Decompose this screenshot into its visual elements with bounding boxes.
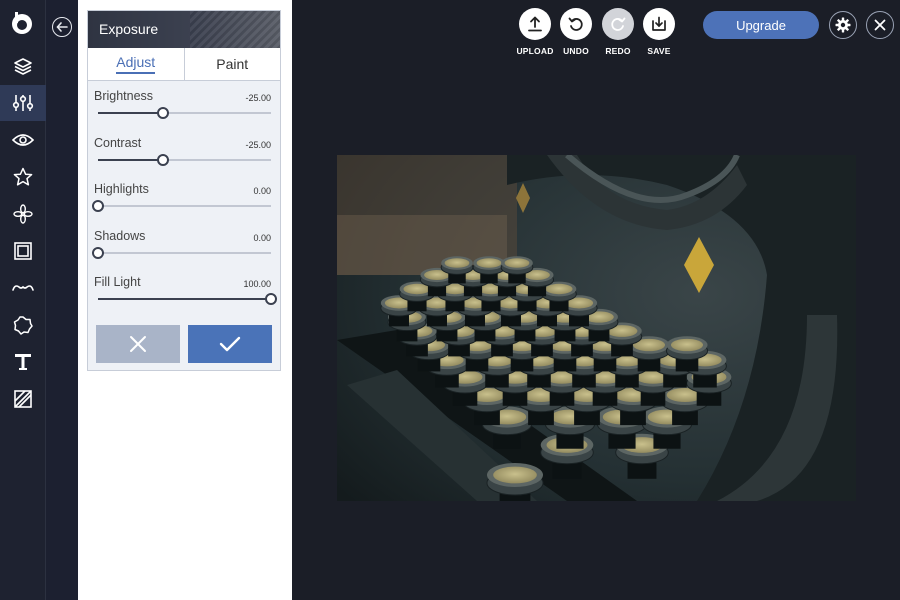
side-panel: Exposure Adjust Paint Brightness -25.00 Co… [78, 0, 292, 600]
slider-track[interactable] [98, 293, 277, 305]
apply-button[interactable] [188, 325, 272, 363]
redo-icon [602, 8, 634, 40]
star-icon[interactable] [0, 159, 46, 195]
slider-track[interactable] [98, 107, 271, 119]
close-button[interactable] [866, 11, 894, 39]
slider-handle[interactable] [156, 107, 169, 119]
upgrade-button[interactable]: Upgrade [703, 11, 819, 39]
tab-paint[interactable]: Paint [185, 48, 281, 80]
slider-track[interactable] [98, 153, 271, 166]
slider-handle[interactable] [156, 153, 169, 166]
save-icon [643, 8, 675, 40]
upload-icon [519, 8, 551, 40]
slider-fill [98, 158, 163, 161]
slider-track[interactable] [92, 200, 271, 212]
shape-icon[interactable] [0, 307, 46, 343]
app-logo-icon[interactable] [10, 10, 34, 36]
slider-highlights: Highlights 0.00 [88, 178, 280, 225]
slider-label: Contrast [94, 135, 142, 150]
tool-rail [0, 0, 46, 600]
save-button[interactable]: SAVE [634, 8, 684, 56]
undo-icon [560, 8, 592, 40]
slider-value: 100.00 [243, 279, 271, 289]
typewriter-photo [337, 155, 856, 501]
slider-fill [98, 112, 163, 114]
eye-icon[interactable] [0, 122, 46, 158]
close-icon [130, 336, 146, 352]
flower-icon[interactable] [0, 196, 46, 232]
cancel-button[interactable] [96, 325, 180, 363]
slider-handle[interactable] [92, 200, 104, 212]
slider-fill [98, 298, 271, 300]
close-icon [874, 19, 886, 31]
tab-bar: Adjust Paint [88, 48, 280, 81]
card-header: Exposure [88, 11, 280, 48]
tab-paint-label: Paint [216, 56, 249, 72]
slider-contrast: Contrast -25.00 [88, 132, 280, 179]
tab-adjust[interactable]: Adjust [88, 48, 185, 80]
checkmark-icon [219, 336, 241, 352]
settings-button[interactable] [829, 11, 857, 39]
text-icon[interactable] [0, 344, 46, 380]
slider-label: Shadows [94, 228, 146, 243]
panel-title: Exposure [99, 21, 159, 37]
action-buttons [96, 325, 272, 363]
exposure-card: Exposure Adjust Paint Brightness -25.00 Co… [87, 10, 281, 371]
slider-value: 0.00 [253, 232, 271, 243]
slider-label: Highlights [94, 182, 149, 196]
texture-icon[interactable] [0, 381, 46, 417]
secondary-rail [46, 0, 78, 600]
mustache-icon[interactable] [0, 270, 46, 306]
adjustments-icon[interactable] [0, 85, 46, 121]
slider-fill-light: Fill Light 100.00 [88, 271, 280, 318]
slider-value: 0.00 [253, 186, 271, 196]
slider-shadows: Shadows 0.00 [88, 225, 280, 272]
gear-icon [835, 17, 851, 33]
slider-value: -25.00 [245, 93, 271, 103]
slider-track[interactable] [92, 246, 271, 259]
slider-brightness: Brightness -25.00 [88, 85, 280, 132]
slider-label: Fill Light [94, 275, 141, 289]
tab-adjust-label: Adjust [116, 54, 156, 74]
slider-handle[interactable] [92, 246, 104, 259]
frame-icon[interactable] [0, 233, 46, 269]
layers-icon[interactable] [0, 48, 46, 84]
photo-canvas[interactable] [337, 155, 856, 501]
slider-list: Brightness -25.00 Contrast -25.00 Highlights… [88, 81, 280, 318]
save-label: SAVE [647, 46, 671, 56]
back-arrow-icon[interactable] [52, 17, 72, 37]
slider-handle[interactable] [265, 293, 277, 305]
slider-label: Brightness [94, 89, 154, 103]
slider-value: -25.00 [245, 139, 271, 150]
